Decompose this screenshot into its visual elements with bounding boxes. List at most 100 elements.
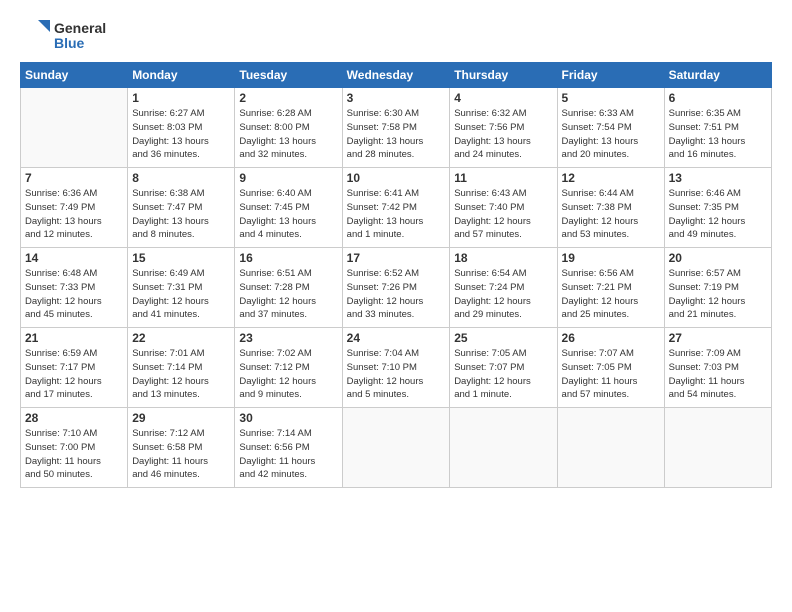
day-info: Sunrise: 6:30 AMSunset: 7:58 PMDaylight:… — [347, 107, 446, 162]
calendar-cell: 29 Sunrise: 7:12 AMSunset: 6:58 PMDayligh… — [128, 408, 235, 488]
day-info: Sunrise: 7:14 AMSunset: 6:56 PMDaylight:… — [239, 427, 337, 482]
day-number: 14 — [25, 251, 123, 265]
day-info: Sunrise: 6:35 AMSunset: 7:51 PMDaylight:… — [669, 107, 767, 162]
logo-blue-text: Blue — [54, 36, 106, 51]
day-number: 17 — [347, 251, 446, 265]
day-number: 6 — [669, 91, 767, 105]
day-number: 5 — [562, 91, 660, 105]
logo-graphic — [20, 18, 52, 54]
calendar-cell: 5 Sunrise: 6:33 AMSunset: 7:54 PMDaylight… — [557, 88, 664, 168]
calendar-cell — [21, 88, 128, 168]
calendar-cell: 25 Sunrise: 7:05 AMSunset: 7:07 PMDayligh… — [450, 328, 557, 408]
calendar-cell — [342, 408, 450, 488]
day-info: Sunrise: 7:07 AMSunset: 7:05 PMDaylight:… — [562, 347, 660, 402]
weekday-header: Thursday — [450, 63, 557, 88]
day-info: Sunrise: 6:46 AMSunset: 7:35 PMDaylight:… — [669, 187, 767, 242]
calendar-week-row: 14 Sunrise: 6:48 AMSunset: 7:33 PMDayligh… — [21, 248, 772, 328]
calendar-table: SundayMondayTuesdayWednesdayThursdayFrid… — [20, 62, 772, 488]
day-number: 8 — [132, 171, 230, 185]
calendar-cell: 11 Sunrise: 6:43 AMSunset: 7:40 PMDayligh… — [450, 168, 557, 248]
day-number: 15 — [132, 251, 230, 265]
day-number: 21 — [25, 331, 123, 345]
day-info: Sunrise: 6:32 AMSunset: 7:56 PMDaylight:… — [454, 107, 552, 162]
calendar-cell — [664, 408, 771, 488]
weekday-header: Sunday — [21, 63, 128, 88]
page-header: General Blue — [20, 18, 772, 54]
day-number: 1 — [132, 91, 230, 105]
day-number: 3 — [347, 91, 446, 105]
calendar-cell: 24Sunrise: 7:04 AMSunset: 7:10 PMDayligh… — [342, 328, 450, 408]
calendar-week-row: 1 Sunrise: 6:27 AMSunset: 8:03 PMDaylight… — [21, 88, 772, 168]
day-info: Sunrise: 6:41 AMSunset: 7:42 PMDaylight:… — [347, 187, 446, 242]
calendar-cell: 19Sunrise: 6:56 AMSunset: 7:21 PMDayligh… — [557, 248, 664, 328]
day-info: Sunrise: 6:59 AMSunset: 7:17 PMDaylight:… — [25, 347, 123, 402]
calendar-cell: 1 Sunrise: 6:27 AMSunset: 8:03 PMDaylight… — [128, 88, 235, 168]
calendar-cell: 20 Sunrise: 6:57 AMSunset: 7:19 PMDayligh… — [664, 248, 771, 328]
weekday-header: Friday — [557, 63, 664, 88]
calendar-cell: 13 Sunrise: 6:46 AMSunset: 7:35 PMDayligh… — [664, 168, 771, 248]
day-info: Sunrise: 6:36 AMSunset: 7:49 PMDaylight:… — [25, 187, 123, 242]
calendar-cell: 18Sunrise: 6:54 AMSunset: 7:24 PMDayligh… — [450, 248, 557, 328]
day-info: Sunrise: 6:48 AMSunset: 7:33 PMDaylight:… — [25, 267, 123, 322]
day-info: Sunrise: 6:27 AMSunset: 8:03 PMDaylight:… — [132, 107, 230, 162]
day-info: Sunrise: 6:49 AMSunset: 7:31 PMDaylight:… — [132, 267, 230, 322]
day-info: Sunrise: 6:43 AMSunset: 7:40 PMDaylight:… — [454, 187, 552, 242]
day-number: 2 — [239, 91, 337, 105]
day-number: 22 — [132, 331, 230, 345]
day-info: Sunrise: 7:05 AMSunset: 7:07 PMDaylight:… — [454, 347, 552, 402]
day-number: 20 — [669, 251, 767, 265]
day-number: 26 — [562, 331, 660, 345]
day-info: Sunrise: 7:01 AMSunset: 7:14 PMDaylight:… — [132, 347, 230, 402]
day-number: 25 — [454, 331, 552, 345]
calendar-week-row: 21 Sunrise: 6:59 AMSunset: 7:17 PMDayligh… — [21, 328, 772, 408]
weekday-header: Saturday — [664, 63, 771, 88]
day-number: 27 — [669, 331, 767, 345]
calendar-week-row: 28 Sunrise: 7:10 AMSunset: 7:00 PMDayligh… — [21, 408, 772, 488]
day-number: 19 — [562, 251, 660, 265]
calendar-cell: 10 Sunrise: 6:41 AMSunset: 7:42 PMDayligh… — [342, 168, 450, 248]
calendar-cell: 30 Sunrise: 7:14 AMSunset: 6:56 PMDayligh… — [235, 408, 342, 488]
calendar-cell: 2 Sunrise: 6:28 AMSunset: 8:00 PMDaylight… — [235, 88, 342, 168]
calendar-cell: 9 Sunrise: 6:40 AMSunset: 7:45 PMDaylight… — [235, 168, 342, 248]
day-number: 23 — [239, 331, 337, 345]
day-number: 11 — [454, 171, 552, 185]
day-number: 29 — [132, 411, 230, 425]
day-info: Sunrise: 6:33 AMSunset: 7:54 PMDaylight:… — [562, 107, 660, 162]
calendar-cell: 15 Sunrise: 6:49 AMSunset: 7:31 PMDayligh… — [128, 248, 235, 328]
day-info: Sunrise: 6:57 AMSunset: 7:19 PMDaylight:… — [669, 267, 767, 322]
calendar-cell: 17 Sunrise: 6:52 AMSunset: 7:26 PMDayligh… — [342, 248, 450, 328]
day-number: 30 — [239, 411, 337, 425]
day-info: Sunrise: 6:51 AMSunset: 7:28 PMDaylight:… — [239, 267, 337, 322]
day-info: Sunrise: 7:10 AMSunset: 7:00 PMDaylight:… — [25, 427, 123, 482]
day-number: 13 — [669, 171, 767, 185]
day-info: Sunrise: 7:02 AMSunset: 7:12 PMDaylight:… — [239, 347, 337, 402]
calendar-cell: 12Sunrise: 6:44 AMSunset: 7:38 PMDayligh… — [557, 168, 664, 248]
day-number: 16 — [239, 251, 337, 265]
day-info: Sunrise: 6:28 AMSunset: 8:00 PMDaylight:… — [239, 107, 337, 162]
calendar-cell — [450, 408, 557, 488]
day-number: 7 — [25, 171, 123, 185]
calendar-cell: 6 Sunrise: 6:35 AMSunset: 7:51 PMDaylight… — [664, 88, 771, 168]
day-info: Sunrise: 7:12 AMSunset: 6:58 PMDaylight:… — [132, 427, 230, 482]
calendar-cell: 16 Sunrise: 6:51 AMSunset: 7:28 PMDayligh… — [235, 248, 342, 328]
calendar-cell — [557, 408, 664, 488]
weekday-header: Tuesday — [235, 63, 342, 88]
day-info: Sunrise: 6:52 AMSunset: 7:26 PMDaylight:… — [347, 267, 446, 322]
day-number: 18 — [454, 251, 552, 265]
day-number: 28 — [25, 411, 123, 425]
weekday-header: Wednesday — [342, 63, 450, 88]
calendar-cell: 8 Sunrise: 6:38 AMSunset: 7:47 PMDaylight… — [128, 168, 235, 248]
weekday-header: Monday — [128, 63, 235, 88]
day-info: Sunrise: 6:38 AMSunset: 7:47 PMDaylight:… — [132, 187, 230, 242]
day-info: Sunrise: 7:09 AMSunset: 7:03 PMDaylight:… — [669, 347, 767, 402]
logo-general-text: General — [54, 21, 106, 36]
day-info: Sunrise: 7:04 AMSunset: 7:10 PMDaylight:… — [347, 347, 446, 402]
day-number: 10 — [347, 171, 446, 185]
day-number: 4 — [454, 91, 552, 105]
calendar-header-row: SundayMondayTuesdayWednesdayThursdayFrid… — [21, 63, 772, 88]
calendar-cell: 23 Sunrise: 7:02 AMSunset: 7:12 PMDayligh… — [235, 328, 342, 408]
calendar-cell: 3 Sunrise: 6:30 AMSunset: 7:58 PMDaylight… — [342, 88, 450, 168]
day-number: 9 — [239, 171, 337, 185]
calendar-cell: 22 Sunrise: 7:01 AMSunset: 7:14 PMDayligh… — [128, 328, 235, 408]
day-info: Sunrise: 6:40 AMSunset: 7:45 PMDaylight:… — [239, 187, 337, 242]
